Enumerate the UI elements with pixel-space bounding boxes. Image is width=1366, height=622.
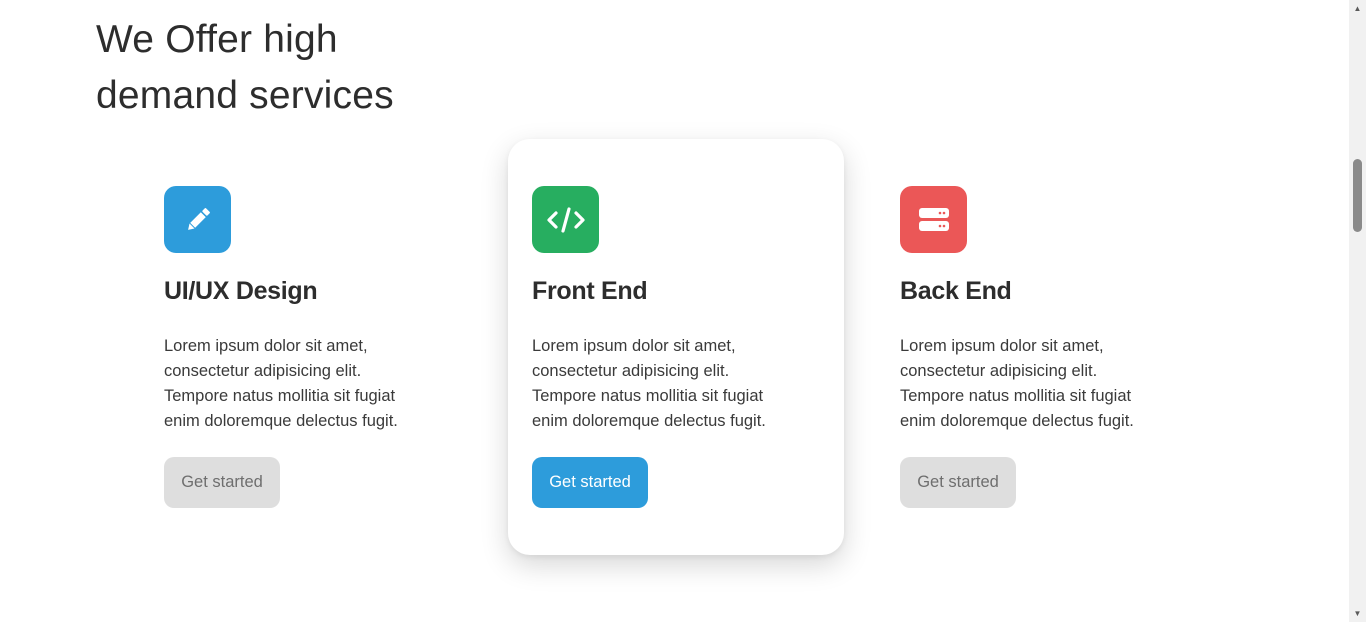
heading-line-1: We Offer high (96, 18, 338, 61)
card-text-line: Tempore natus mollitia sit fugiat (164, 387, 396, 405)
service-card-backend: Back End Lorem ipsum dolor sit amet, con… (876, 139, 1212, 555)
scrollbar-thumb[interactable] (1353, 159, 1362, 232)
scroll-up-arrow-icon[interactable]: ▲ (1349, 0, 1366, 17)
pencil-icon (164, 186, 231, 253)
code-icon (532, 186, 599, 253)
card-text-line: consectetur adipisicing elit. (900, 362, 1098, 380)
heading-line-2: demand services (96, 74, 394, 117)
get-started-button[interactable]: Get started (164, 457, 280, 508)
scroll-down-arrow-icon[interactable]: ▼ (1349, 605, 1366, 622)
card-title: Back End (900, 277, 1012, 305)
card-text-line: consectetur adipisicing elit. (164, 362, 362, 380)
card-description: Lorem ipsum dolor sit amet, consectetur … (532, 334, 832, 434)
card-text-line: enim doloremque delectus fugit. (164, 412, 398, 430)
vertical-scrollbar[interactable]: ▲ ▼ (1349, 0, 1366, 622)
card-text-line: Tempore natus mollitia sit fugiat (900, 387, 1132, 405)
card-text-line: enim doloremque delectus fugit. (900, 412, 1134, 430)
get-started-button[interactable]: Get started (532, 457, 648, 508)
card-text-line: enim doloremque delectus fugit. (532, 412, 766, 430)
card-text-line: Lorem ipsum dolor sit amet, (164, 337, 368, 355)
card-text-line: Lorem ipsum dolor sit amet, (900, 337, 1104, 355)
service-card-frontend: Front End Lorem ipsum dolor sit amet, co… (508, 139, 844, 555)
card-text-line: Tempore natus mollitia sit fugiat (532, 387, 764, 405)
card-title: Front End (532, 277, 648, 305)
service-card-uiux: UI/UX Design Lorem ipsum dolor sit amet,… (140, 139, 476, 555)
card-text-line: consectetur adipisicing elit. (532, 362, 730, 380)
card-description: Lorem ipsum dolor sit amet, consectetur … (164, 334, 464, 434)
section-heading: We Offer high demand services (96, 12, 394, 124)
card-text-line: Lorem ipsum dolor sit amet, (532, 337, 736, 355)
server-icon (900, 186, 967, 253)
get-started-button[interactable]: Get started (900, 457, 1016, 508)
page: We Offer high demand services UI/UX Desi… (0, 0, 1366, 622)
card-title: UI/UX Design (164, 277, 318, 305)
card-description: Lorem ipsum dolor sit amet, consectetur … (900, 334, 1200, 434)
